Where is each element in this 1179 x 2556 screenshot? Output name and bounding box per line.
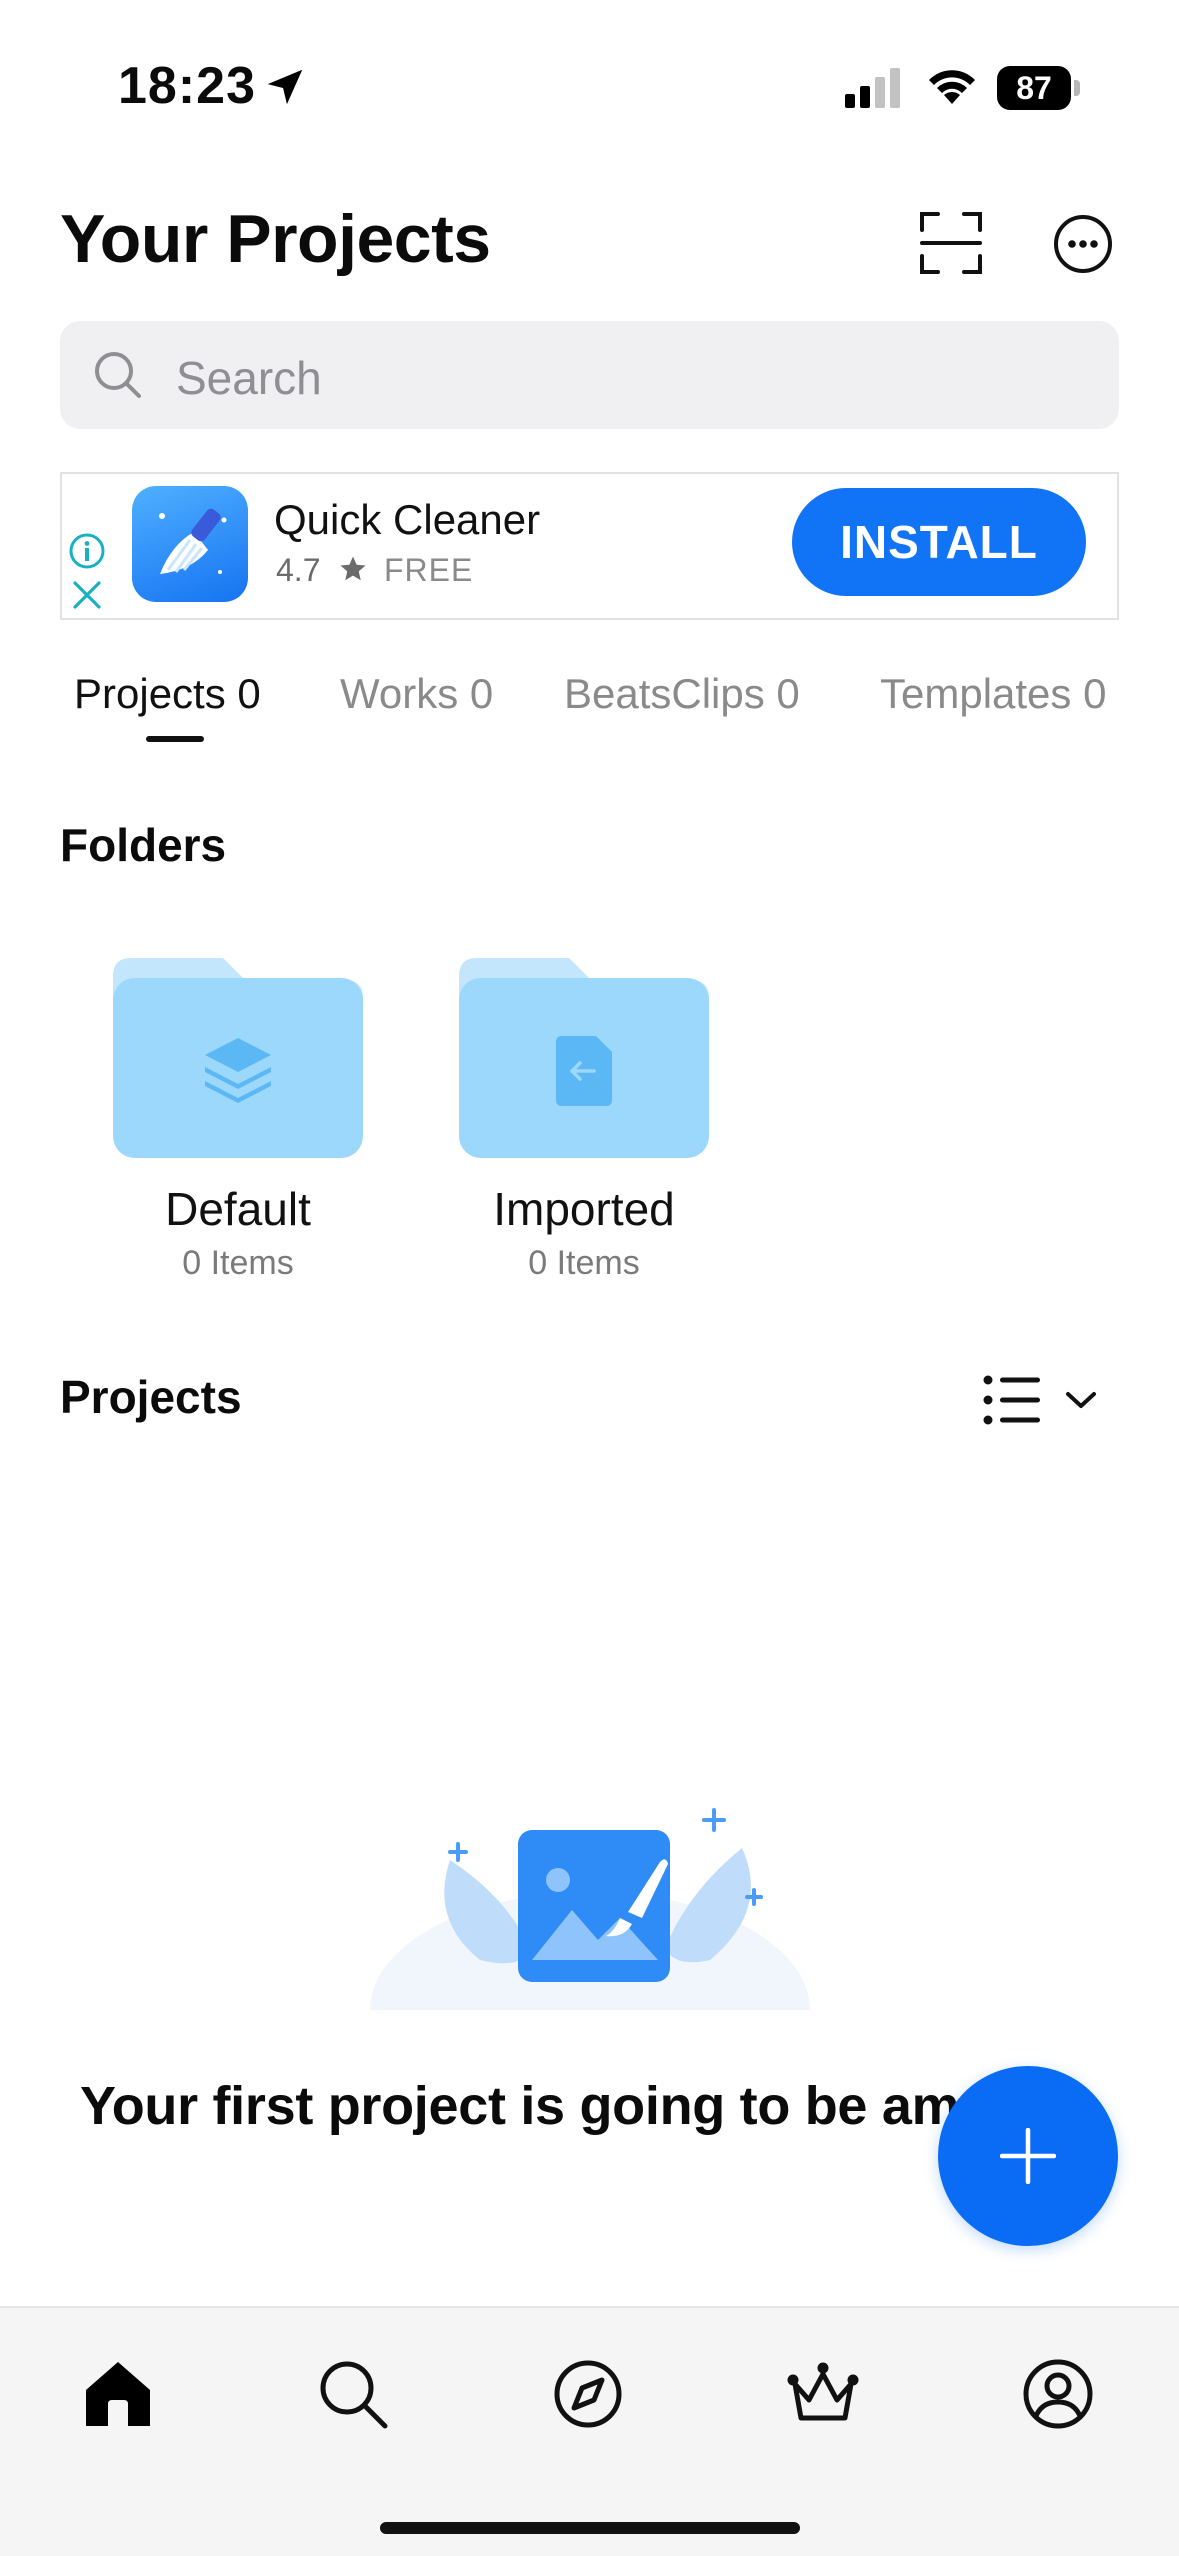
battery-level: 87: [1016, 70, 1052, 106]
ad-app-name: Quick Cleaner: [274, 496, 541, 543]
explore-icon[interactable]: [548, 2354, 628, 2434]
folder-count: 0 Items: [182, 1244, 294, 1282]
search-icon[interactable]: [313, 2354, 393, 2434]
search-icon: [95, 352, 141, 398]
tab-beatsclips[interactable]: BeatsClips 0: [564, 670, 800, 718]
ad-info-icon[interactable]: [68, 532, 106, 570]
folder-icon: [459, 958, 709, 1158]
star-icon: [340, 556, 366, 581]
projects-title: Projects: [60, 1371, 242, 1423]
empty-state-text: Your first project is going to be am: [80, 2076, 960, 2136]
plus-icon: [1000, 2128, 1056, 2184]
ad-close-icon[interactable]: [70, 578, 104, 612]
scan-icon[interactable]: [918, 210, 984, 276]
ad-rating: 4.7: [276, 552, 321, 588]
bottom-nav: [0, 2306, 1179, 2556]
battery-indicator: 87: [997, 66, 1080, 110]
list-icon: [983, 1375, 1040, 1425]
search-input[interactable]: Search: [60, 321, 1119, 429]
tab-projects[interactable]: Projects 0: [74, 670, 261, 718]
tab-active-indicator: [146, 736, 204, 742]
ad-app-icon[interactable]: [132, 486, 248, 602]
empty-projects-illustration: [370, 1808, 810, 2010]
broom-icon: [159, 508, 227, 574]
tab-bar: Projects 0 Works 0 BeatsClips 0 Template…: [0, 660, 1179, 760]
wifi-icon: [929, 70, 975, 104]
tab-works[interactable]: Works 0: [340, 670, 493, 718]
location-arrow-icon: [267, 69, 303, 105]
folders-title: Folders: [60, 819, 227, 871]
folder-icon: [113, 958, 363, 1158]
chevron-down-icon: [1066, 1392, 1096, 1408]
folder-name: Default: [165, 1183, 311, 1235]
more-icon[interactable]: [1053, 214, 1113, 274]
install-button[interactable]: INSTALL: [792, 488, 1086, 596]
tab-templates[interactable]: Templates 0: [880, 670, 1106, 718]
add-project-button[interactable]: [938, 2066, 1118, 2246]
home-icon[interactable]: [78, 2354, 158, 2434]
list-view-toggle[interactable]: [980, 1370, 1110, 1430]
ad-banner[interactable]: Quick Cleaner 4.7 FREE INSTALL: [60, 472, 1119, 620]
folder-name: Imported: [493, 1183, 675, 1235]
import-file-icon: [556, 1036, 612, 1106]
crown-icon[interactable]: [783, 2354, 863, 2434]
cellular-signal-icon: [845, 68, 900, 108]
search-placeholder: Search: [176, 352, 322, 404]
profile-icon[interactable]: [1018, 2354, 1098, 2434]
folder-count: 0 Items: [528, 1244, 640, 1282]
status-time: 18:23: [118, 57, 256, 115]
status-bar: 18:23 87: [0, 0, 1179, 170]
ad-price: FREE: [384, 552, 474, 588]
page-title: Your Projects: [60, 201, 491, 277]
home-indicator: [380, 2522, 800, 2534]
